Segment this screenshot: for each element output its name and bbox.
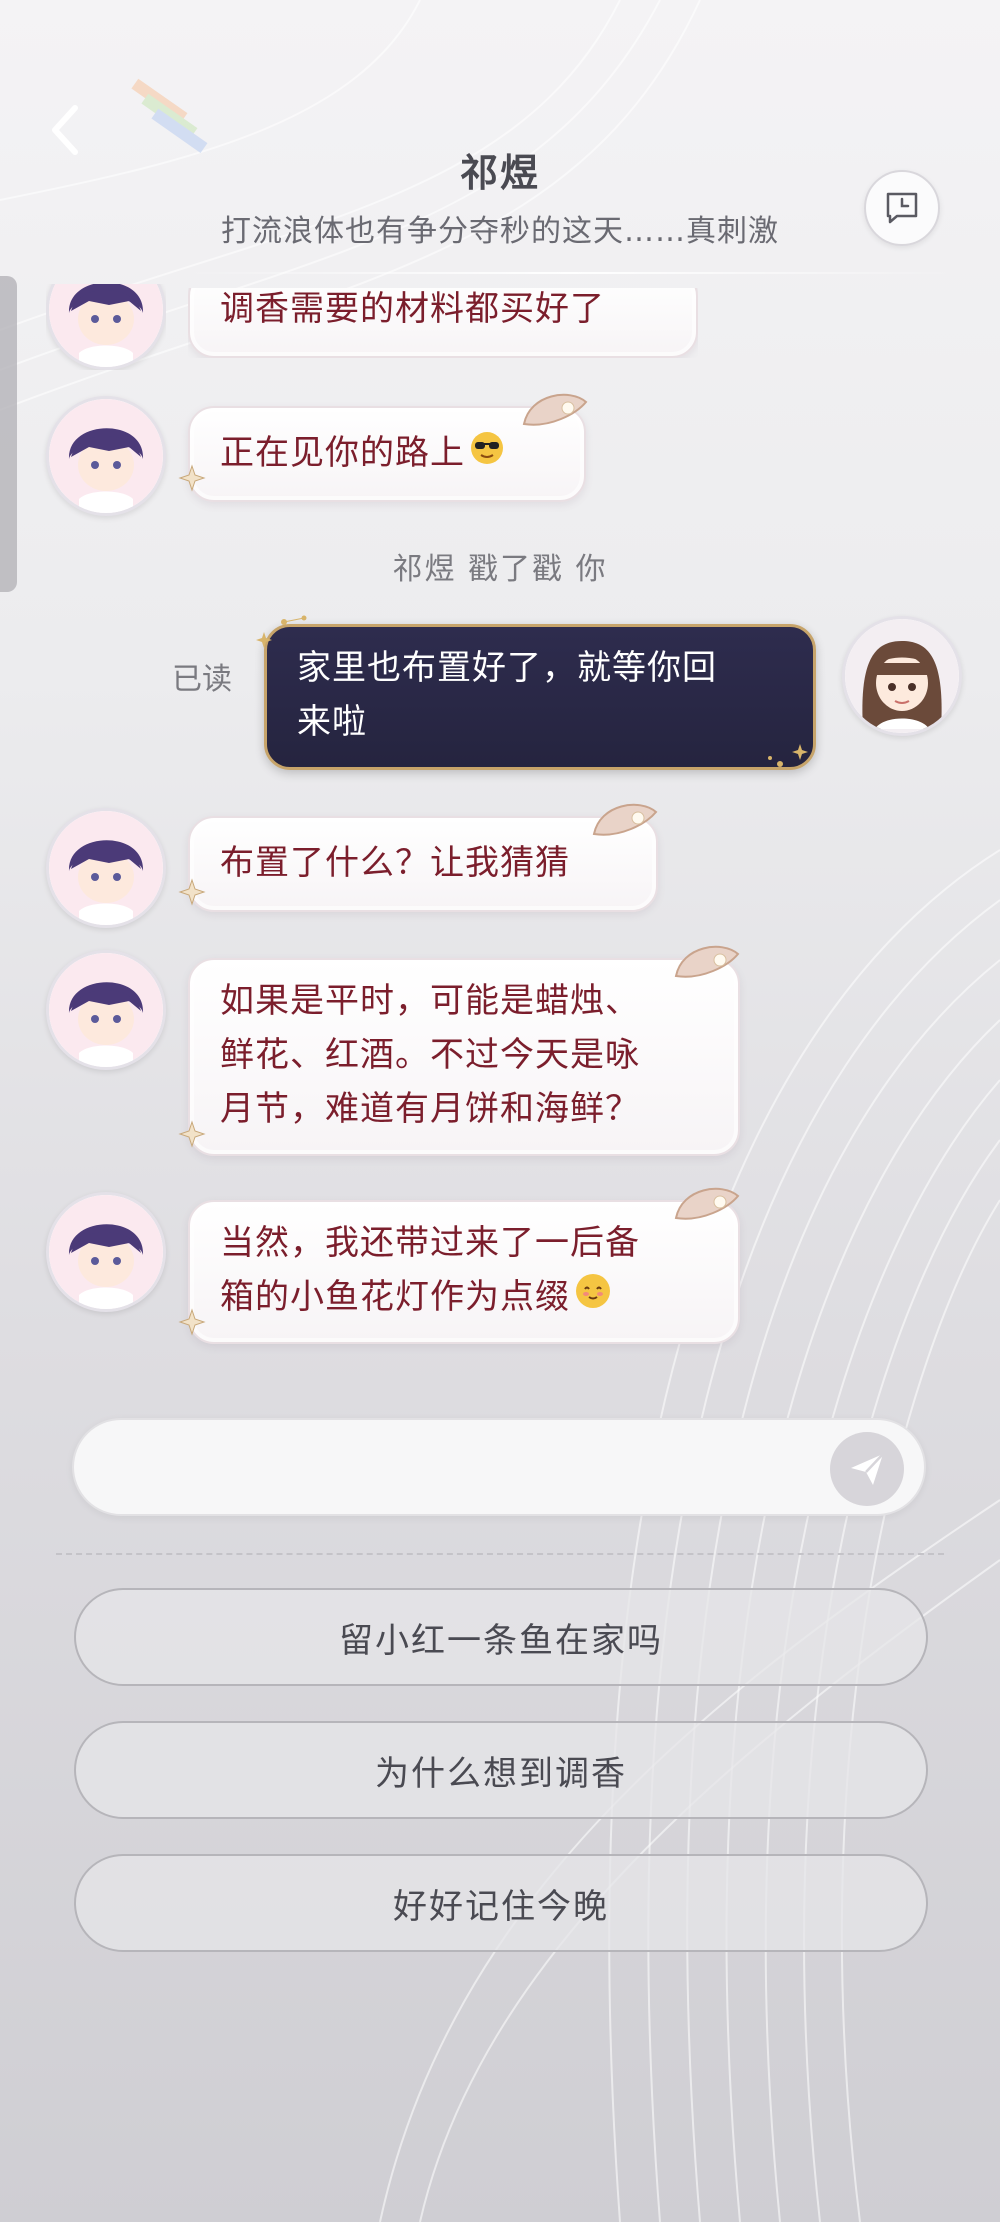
- contact-name: 祁煜: [459, 151, 540, 195]
- sparkle-icon: [178, 1120, 206, 1148]
- sparkle-icon: [178, 464, 206, 492]
- message-bubble[interactable]: 当然，我还带过来了一后备 箱的小鱼花灯作为点缀: [188, 1200, 740, 1344]
- message-text: 布置了什么？让我猜猜: [220, 843, 570, 883]
- contact-avatar[interactable]: [46, 396, 166, 516]
- seashell-decoration: [674, 1187, 740, 1220]
- message-text: 正在见你的路上: [220, 433, 465, 473]
- reply-option[interactable]: 为什么想到调香: [74, 1721, 928, 1819]
- reply-option[interactable]: 好好记住今晚: [74, 1854, 928, 1952]
- paper-plane-icon: [851, 1453, 884, 1485]
- message-bubble[interactable]: 布置了什么？让我猜猜: [188, 816, 658, 912]
- seashell-decoration: [674, 945, 740, 978]
- chat-history-button[interactable]: [864, 170, 940, 246]
- reply-option-label: 留小红一条鱼在家吗: [339, 1620, 663, 1661]
- seashell-decoration: [592, 803, 658, 836]
- poke-notice: 祁煜 戳了戳 你: [392, 552, 608, 587]
- divider: [56, 1553, 944, 1555]
- message-bubble[interactable]: 调香需要的材料都买好了: [188, 288, 698, 358]
- message-clock-icon: [886, 192, 918, 224]
- message-text: 调香需要的材料都买好了: [220, 289, 605, 329]
- send-button[interactable]: [830, 1432, 904, 1506]
- message-input[interactable]: [72, 1418, 926, 1516]
- reply-option-label: 好好记住今晚: [393, 1886, 609, 1927]
- chat-header: 祁煜 打流浪体也有争分夺秒的这天……真刺激: [0, 0, 1000, 280]
- sparkle-icon: [256, 615, 307, 648]
- contact-signature: 打流浪体也有争分夺秒的这天……真刺激: [221, 214, 779, 249]
- contact-avatar[interactable]: [46, 950, 166, 1070]
- read-status: 已读: [172, 662, 232, 697]
- reply-option-label: 为什么想到调香: [375, 1753, 627, 1794]
- message-text: 如果是平时，可能是蜡烛、 鲜花、红酒。不过今天是咏 月节，难道有月饼和海鲜？: [220, 981, 640, 1129]
- header-divider: [180, 272, 960, 274]
- sparkle-icon: [768, 744, 808, 767]
- my-avatar[interactable]: [842, 616, 962, 736]
- happy-emoji: [574, 1272, 612, 1326]
- contact-avatar[interactable]: [46, 1192, 166, 1312]
- sparkle-icon: [178, 878, 206, 906]
- contact-avatar[interactable]: [46, 808, 166, 928]
- reply-option[interactable]: 留小红一条鱼在家吗: [74, 1588, 928, 1686]
- message-bubble[interactable]: 如果是平时，可能是蜡烛、 鲜花、红酒。不过今天是咏 月节，难道有月饼和海鲜？: [188, 958, 740, 1156]
- message-text: 家里也布置好了，就等你回 来啦: [297, 648, 717, 742]
- sparkle-icon: [178, 1308, 206, 1336]
- seashell-decoration: [522, 393, 588, 426]
- my-message-bubble[interactable]: 家里也布置好了，就等你回 来啦: [264, 624, 816, 770]
- sunglasses-emoji: [469, 428, 505, 482]
